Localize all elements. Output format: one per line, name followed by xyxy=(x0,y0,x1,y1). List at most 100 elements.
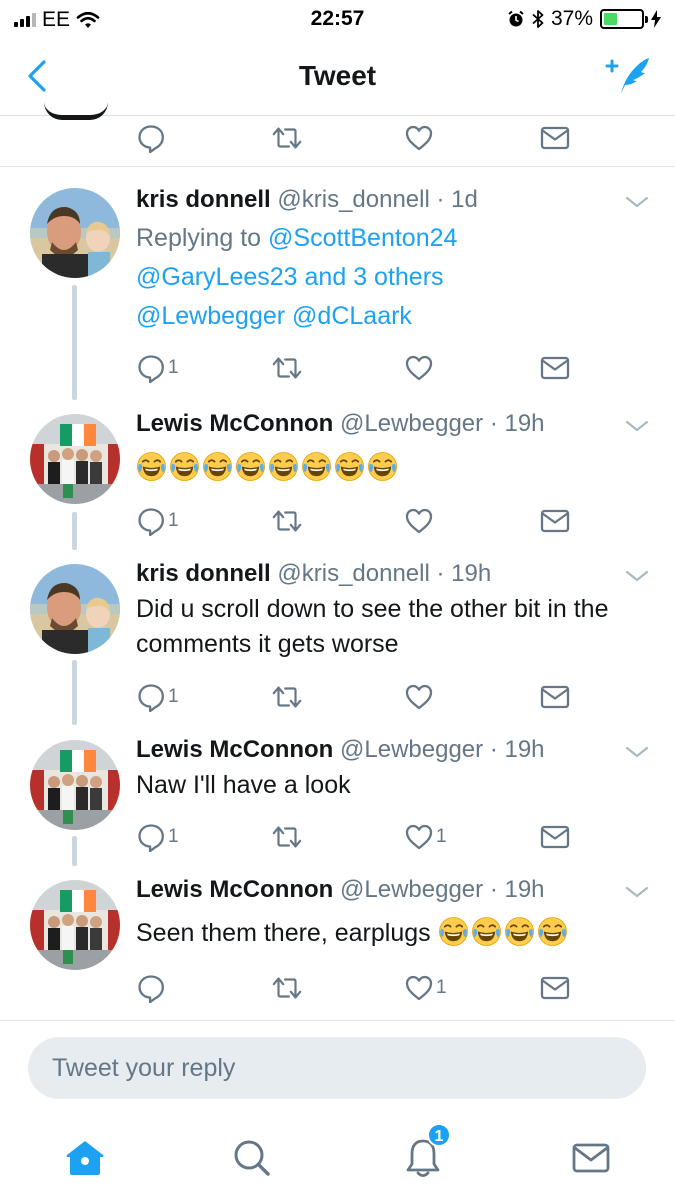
like-button[interactable] xyxy=(404,118,434,158)
heart-icon xyxy=(404,973,434,1003)
reply-icon xyxy=(136,973,166,1003)
mention-link[interactable]: @GaryLees23 xyxy=(136,263,298,291)
reply-count: 1 xyxy=(168,826,179,847)
like-button[interactable] xyxy=(404,348,436,388)
mail-icon xyxy=(540,684,570,710)
like-button[interactable] xyxy=(404,677,436,717)
battery-icon xyxy=(600,9,648,29)
retweet-button[interactable] xyxy=(270,118,304,158)
reply-button[interactable] xyxy=(136,968,168,1008)
chevron-down-icon[interactable] xyxy=(625,418,649,434)
direct-message-button[interactable] xyxy=(540,118,570,158)
laughing-emoji-group xyxy=(136,454,400,482)
reply-button[interactable]: 1 xyxy=(136,677,179,717)
laughing-tears-emoji-icon xyxy=(438,916,469,947)
mention-link[interactable]: @dCLaark xyxy=(292,302,412,330)
like-button[interactable] xyxy=(404,501,436,541)
avatar[interactable] xyxy=(30,740,120,830)
tab-messages[interactable] xyxy=(561,1130,621,1186)
tweet[interactable]: Lewis McConnon @Lewbegger · 19h Seen the… xyxy=(0,866,675,1018)
reply-button[interactable]: 1 xyxy=(136,501,179,541)
laughing-tears-emoji-icon xyxy=(136,451,167,482)
others-link[interactable]: and 3 others xyxy=(305,263,444,291)
mail-icon xyxy=(540,508,570,534)
retweet-icon xyxy=(270,506,304,536)
retweet-button[interactable] xyxy=(270,501,304,541)
reply-button[interactable]: 1 xyxy=(136,348,179,388)
tweet[interactable]: kris donnell @kris_donnell · 19h Did u s… xyxy=(0,550,675,726)
direct-message-button[interactable] xyxy=(540,817,570,857)
tweet-time: · 19h xyxy=(489,736,545,763)
tweet[interactable]: kris donnell @kris_donnell · 1d Replying… xyxy=(0,170,675,400)
laughing-tears-emoji-icon xyxy=(334,451,365,482)
direct-message-button[interactable] xyxy=(540,968,570,1008)
chevron-down-icon[interactable] xyxy=(625,568,649,584)
tweet-reply-input[interactable] xyxy=(28,1037,646,1099)
compose-tweet-icon[interactable] xyxy=(601,54,653,98)
mention-link[interactable]: @Lewbegger xyxy=(136,302,285,330)
laughing-tears-emoji-icon xyxy=(471,916,502,947)
mail-icon xyxy=(540,975,570,1001)
author-name[interactable]: Lewis McConnon xyxy=(136,876,333,903)
retweet-button[interactable] xyxy=(270,817,304,857)
like-button[interactable]: 1 xyxy=(404,968,447,1008)
reply-count: 1 xyxy=(168,510,179,531)
avatar[interactable] xyxy=(30,414,120,504)
tweet-time: · 19h xyxy=(436,560,492,587)
author-handle: @kris_donnell xyxy=(277,186,430,213)
direct-message-button[interactable] xyxy=(540,501,570,541)
tab-notifications[interactable]: 1 xyxy=(393,1123,453,1186)
heart-icon xyxy=(404,123,434,153)
retweet-button[interactable] xyxy=(270,677,304,717)
notification-badge: 1 xyxy=(427,1123,451,1147)
reply-button[interactable] xyxy=(136,118,166,158)
reply-icon xyxy=(136,123,166,153)
retweet-button[interactable] xyxy=(270,348,304,388)
direct-message-button[interactable] xyxy=(540,348,570,388)
retweet-button[interactable] xyxy=(270,968,304,1008)
direct-message-button[interactable] xyxy=(540,677,570,717)
avatar[interactable] xyxy=(30,880,120,970)
chevron-down-icon[interactable] xyxy=(625,744,649,760)
avatar[interactable] xyxy=(30,188,120,278)
reply-button[interactable]: 1 xyxy=(136,817,179,857)
author-handle: @Lewbegger xyxy=(340,410,484,437)
avatar[interactable] xyxy=(30,564,120,654)
chevron-down-icon[interactable] xyxy=(625,194,649,210)
replying-prefix: Replying to xyxy=(136,224,262,252)
laughing-tears-emoji-icon xyxy=(268,451,299,482)
mail-icon xyxy=(540,355,570,381)
mention-link[interactable]: @ScottBenton24 xyxy=(268,224,457,252)
author-name[interactable]: kris donnell xyxy=(136,560,271,587)
laughing-tears-emoji-icon xyxy=(367,451,398,482)
tweet-time: · 19h xyxy=(489,876,545,903)
laughing-tears-emoji-icon xyxy=(537,916,568,947)
author-name[interactable]: kris donnell xyxy=(136,186,271,213)
mail-icon xyxy=(540,824,570,850)
retweet-icon xyxy=(270,973,304,1003)
laughing-tears-emoji-icon xyxy=(504,916,535,947)
bluetooth-icon xyxy=(532,10,544,28)
tweet[interactable]: Lewis McConnon @Lewbegger · 19h Naw I'll… xyxy=(0,726,675,866)
like-button[interactable]: 1 xyxy=(404,817,447,857)
tweet-time: · 19h xyxy=(489,410,545,437)
replying-to: Replying to @ScottBenton24 @GaryLees23 a… xyxy=(136,219,646,297)
reply-count: 1 xyxy=(168,686,179,707)
author-name[interactable]: Lewis McConnon xyxy=(136,736,333,763)
tab-home[interactable] xyxy=(55,1130,115,1186)
messages-icon xyxy=(572,1143,610,1173)
previous-tweet-fragment xyxy=(0,115,675,168)
retweet-icon xyxy=(270,123,304,153)
alarm-icon xyxy=(508,10,524,27)
replying-to-more: @Lewbegger @dCLaark xyxy=(136,297,646,336)
reply-count: 1 xyxy=(168,357,179,378)
tweet-text: Did u scroll down to see the other bit i… xyxy=(136,595,609,658)
tweet[interactable]: Lewis McConnon @Lewbegger · 19h 1 xyxy=(0,400,675,550)
retweet-icon xyxy=(270,353,304,383)
author-name[interactable]: Lewis McConnon xyxy=(136,410,333,437)
retweet-icon xyxy=(270,822,304,852)
divider xyxy=(0,166,675,167)
tab-search[interactable] xyxy=(222,1130,282,1186)
chevron-down-icon[interactable] xyxy=(625,884,649,900)
laughing-emoji-group xyxy=(438,919,570,947)
